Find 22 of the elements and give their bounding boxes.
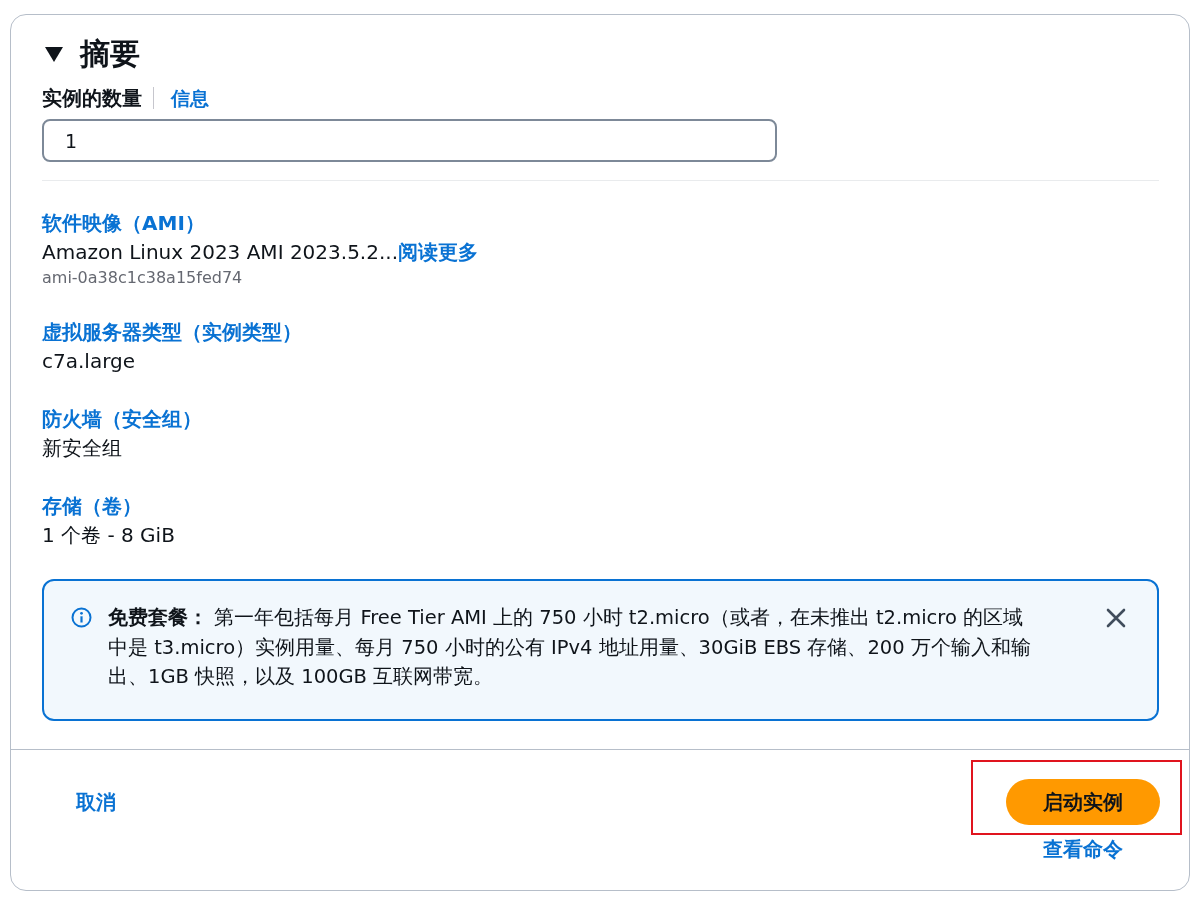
detail-value: c7a.large [42,349,136,373]
launch-instance-button[interactable]: 启动实例 [1006,779,1160,825]
field-label: 实例的数量 [42,85,142,111]
info-icon [71,607,92,628]
detail-value: 1 个卷 - 8 GiB [42,523,175,547]
section-title: 摘要 [80,36,140,72]
detail-label: 存储（卷） [42,493,142,520]
detail-value: 新安全组 [42,436,122,460]
close-button[interactable] [1105,607,1127,629]
detail-label: 虚拟服务器类型（实例类型） [42,319,302,346]
detail-value: Amazon Linux 2023 AMI 2023.5.2... [42,240,398,264]
info-link[interactable]: 信息 [171,85,209,111]
read-more-link[interactable]: 阅读更多 [398,240,478,264]
close-icon [1106,608,1126,628]
detail-label: 软件映像（AMI） [42,210,205,237]
caret-icon[interactable] [45,46,63,62]
ami-id-text: ami-0a38c1c38a15fed74 [42,267,243,289]
alert-message: 免费套餐： 第一年包括每月 Free Tier AMI 上的 750 小时 t2.micro（或者，在未推出 t2.micro 的区域中是 t3.micro）实例用量、每月 750 小时的公有 IPv4 地址用量、30GiB EBS 存储、200 万个输入和输出、1GB 快照，以及 100GB 互联网带宽。 [108,605,1032,690]
cancel-button[interactable]: 取消 [56,779,136,825]
view-commands-link[interactable]: 查看命令 [1043,836,1123,862]
instance-count-input[interactable]: 1 [42,119,777,162]
detail-label: 防火墙（安全组） [42,406,202,433]
